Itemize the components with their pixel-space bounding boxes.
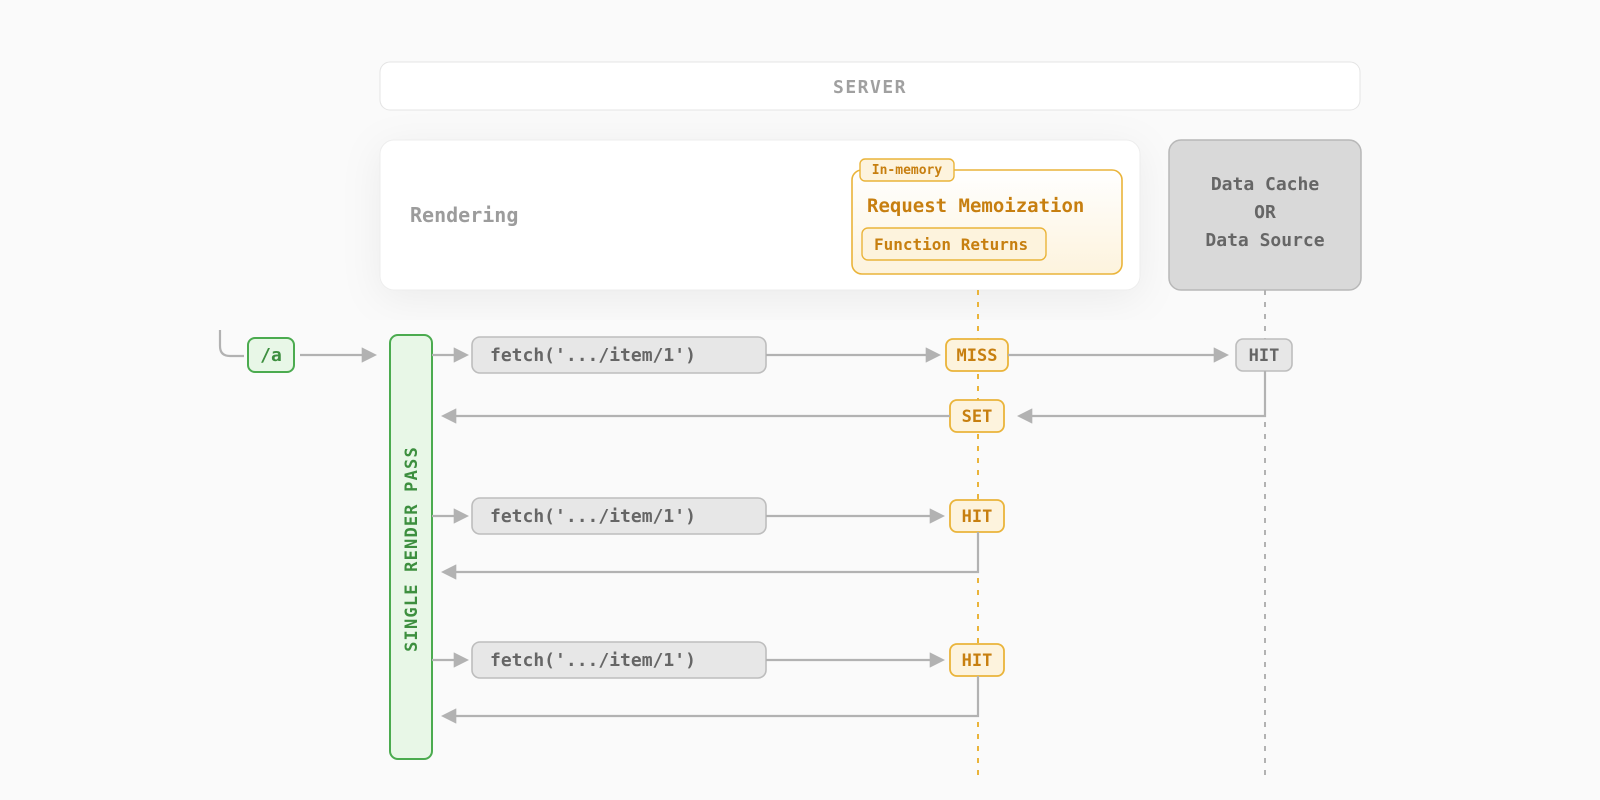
memo-sub: Function Returns: [874, 235, 1028, 254]
server-header-label: SERVER: [833, 77, 907, 98]
datacache-line3: Data Source: [1205, 230, 1324, 251]
r2-set-label: SET: [962, 407, 993, 427]
route-label: /a: [260, 345, 282, 366]
r1-fetch-label: fetch('.../item/1'): [490, 345, 696, 366]
datacache-line2: OR: [1254, 202, 1276, 223]
memo-tag: In-memory: [872, 163, 943, 178]
render-pass-label: SINGLE RENDER PASS: [402, 446, 422, 652]
datacache-line1: Data Cache: [1211, 174, 1320, 195]
r4-fetch-label: fetch('.../item/1'): [490, 650, 696, 671]
rendering-label: Rendering: [410, 203, 518, 227]
r1-hit-label: HIT: [1249, 346, 1280, 366]
r3-hit-label: HIT: [962, 507, 993, 527]
r3-fetch-label: fetch('.../item/1'): [490, 506, 696, 527]
memo-title: Request Memoization: [867, 195, 1084, 217]
r4-hit-label: HIT: [962, 651, 993, 671]
r1-miss-label: MISS: [957, 346, 998, 366]
